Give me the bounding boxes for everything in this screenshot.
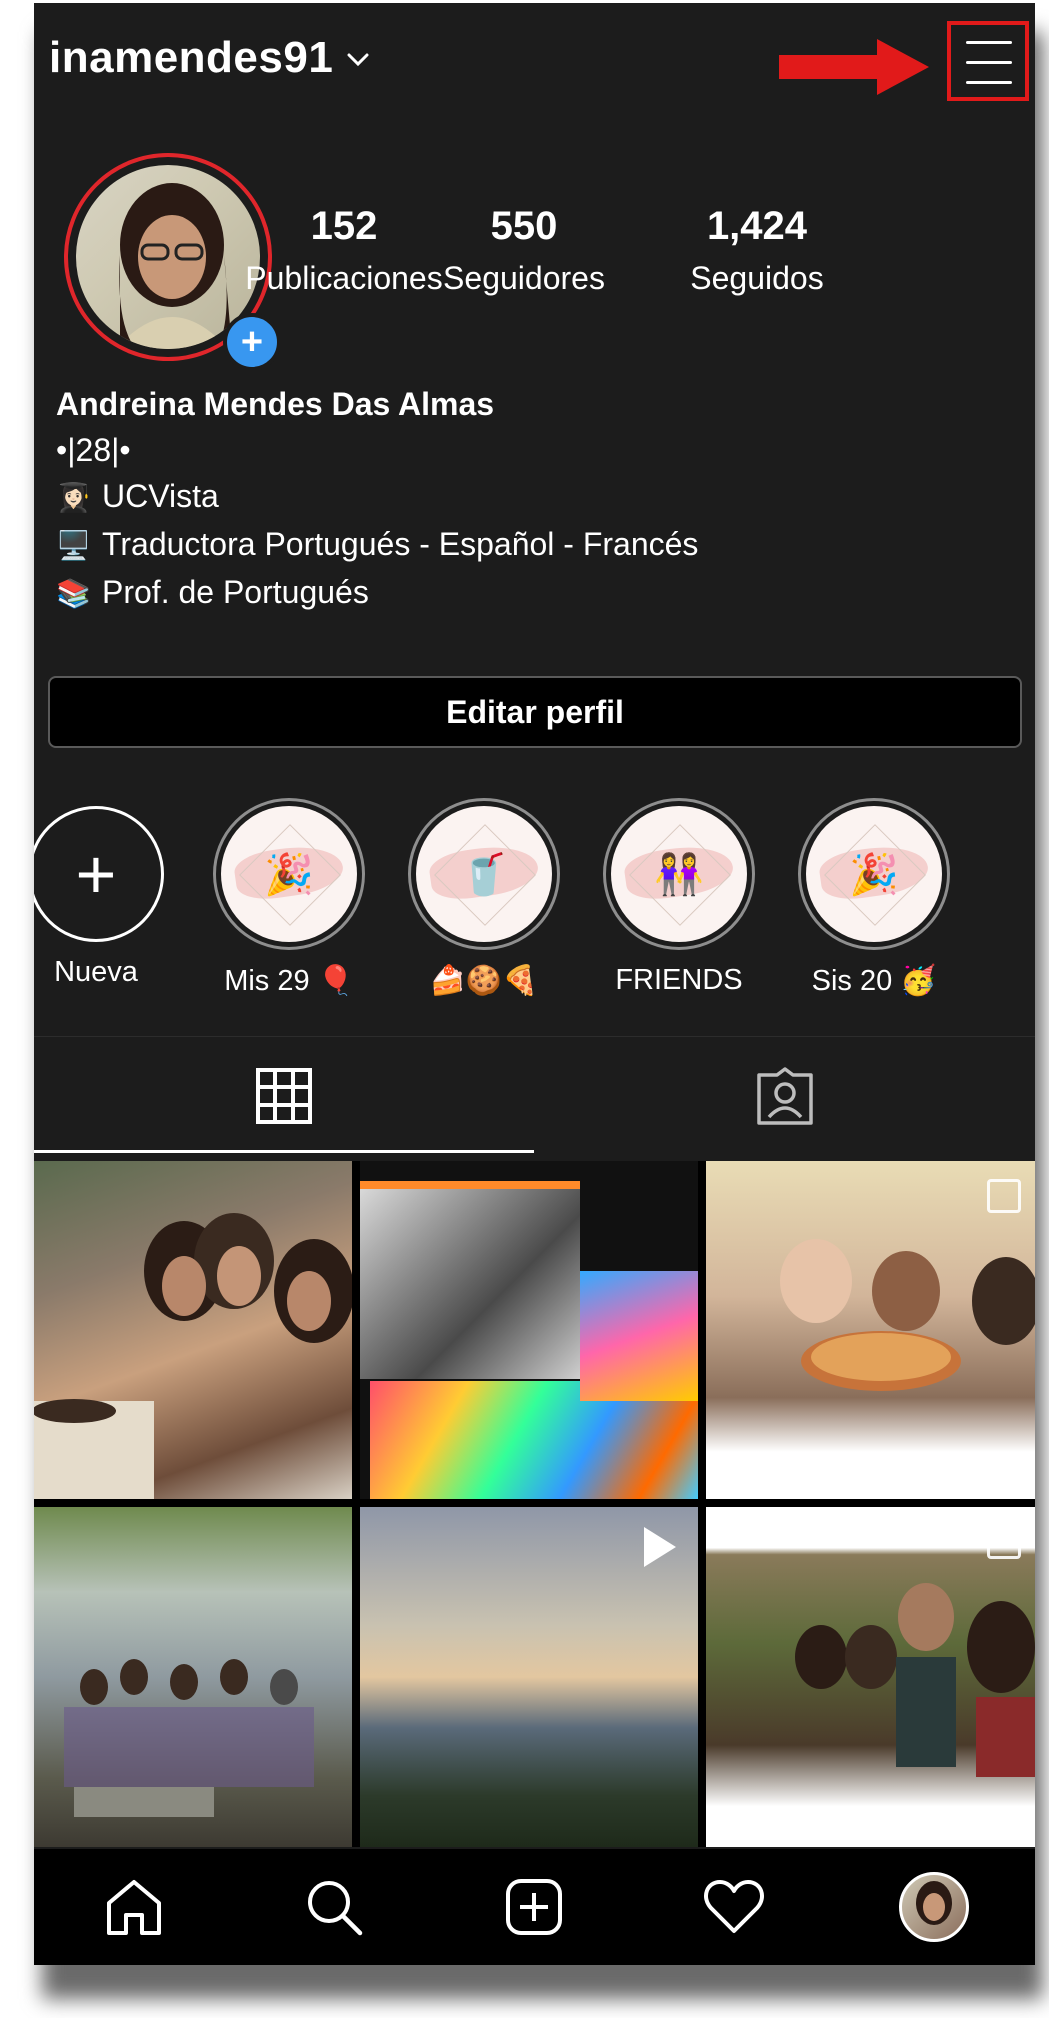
instagram-profile-screen: inamendes91 + 152 Publicaciones 550 Segu… [34,3,1035,1965]
bottom-navigation [34,1849,1035,1965]
graduate-emoji-icon: 👩🏻‍🎓 [56,482,91,513]
post-thumbnail[interactable] [706,1161,1035,1499]
hamburger-menu-icon [966,41,1012,101]
bio-text: •|28|• [56,432,131,468]
bio-text: Traductora Portugués - Español - Francés [102,526,699,562]
stat-value: 550 [490,204,558,248]
party-hat-icon: 🎉 [849,852,899,897]
party-hat-icon: 🎉 [264,852,314,897]
stat-value: 1,424 [706,204,808,248]
posts-grid [34,1161,1035,1847]
highlight-item[interactable]: 🎉 Sis 20 🥳 [794,798,954,998]
nav-home[interactable] [34,1849,234,1965]
stat-label: Seguidos [690,260,824,296]
nav-activity[interactable] [634,1849,834,1965]
username: inamendes91 [49,33,334,82]
search-icon [308,1881,363,1936]
bio-text: UCVista [102,478,219,514]
video-play-icon [644,1527,676,1567]
tab-tagged[interactable] [534,1037,1035,1155]
profile-avatar [899,1872,969,1942]
friends-icon: 👭 [654,852,704,897]
posts-count[interactable]: 152 Publicaciones [239,206,449,297]
post-thumbnail[interactable] [34,1161,352,1499]
highlight-label: Nueva [54,956,138,988]
bio-line: 🖥️ Traductora Portugués - Español - Franc… [56,521,698,569]
highlight-cover: 🥤 [408,798,560,950]
followers-count[interactable]: 550 Seguidores [419,206,629,297]
highlight-label: 🍰🍪🍕 [429,965,539,997]
highlight-label: Mis 29 🎈 [224,965,354,997]
highlight-item[interactable]: 👭 FRIENDS [599,798,759,997]
highlight-cover: 🎉 [213,798,365,950]
carousel-icon [987,1525,1021,1559]
bio-text: Prof. de Portugués [102,574,369,610]
post-thumbnail[interactable] [360,1507,698,1847]
stat-label: Publicaciones [245,260,443,296]
menu-button[interactable] [947,21,1029,101]
highlight-label: FRIENDS [615,964,743,996]
following-count[interactable]: 1,424 Seguidos [652,206,862,297]
highlight-cover: 👭 [603,798,755,950]
active-tab-indicator [34,1150,534,1153]
profile-tabs [34,1036,1035,1155]
nav-profile[interactable] [834,1849,1034,1965]
profile-full-name: Andreina Mendes Das Almas [56,386,495,422]
bio-line: 📚 Prof. de Portugués [56,569,698,617]
edit-profile-button[interactable]: Editar perfil [48,676,1022,748]
highlight-label: Sis 20 🥳 [811,965,937,997]
bio-line: •|28|• [56,427,698,473]
highlight-new[interactable]: + Nueva [34,798,176,989]
home-icon [107,1880,161,1935]
tagged-person-icon [756,1067,813,1125]
highlight-item[interactable]: 🎉 Mis 29 🎈 [209,798,369,998]
post-thumbnail[interactable] [360,1161,698,1499]
post-thumbnail[interactable] [34,1507,352,1847]
stat-value: 152 [310,204,378,248]
stat-label: Seguidores [443,260,605,296]
computer-emoji-icon: 🖥️ [56,530,91,561]
highlight-cover: 🎉 [798,798,950,950]
grid-icon [256,1068,312,1124]
profile-bio: Andreina Mendes Das Almas •|28|• 👩🏻‍🎓 UCV… [56,381,698,617]
post-thumbnail[interactable] [706,1507,1035,1847]
add-story-plus-icon[interactable]: + [223,313,281,371]
highlight-item[interactable]: 🥤 🍰🍪🍕 [404,798,564,998]
new-post-icon [506,1879,562,1935]
red-arrow-annotation-icon [779,39,929,95]
tab-posts-grid[interactable] [34,1037,534,1155]
nav-new-post[interactable] [434,1849,634,1965]
carousel-icon [987,1179,1021,1213]
nav-search[interactable] [234,1849,434,1965]
activity-heart-icon [704,1880,764,1933]
account-switcher[interactable]: inamendes91 [49,33,369,83]
chevron-down-icon [347,53,369,67]
food-drink-icon: 🥤 [459,852,509,897]
plus-icon: + [34,806,164,942]
bio-line: 👩🏻‍🎓 UCVista [56,473,698,521]
books-emoji-icon: 📚 [56,578,91,609]
